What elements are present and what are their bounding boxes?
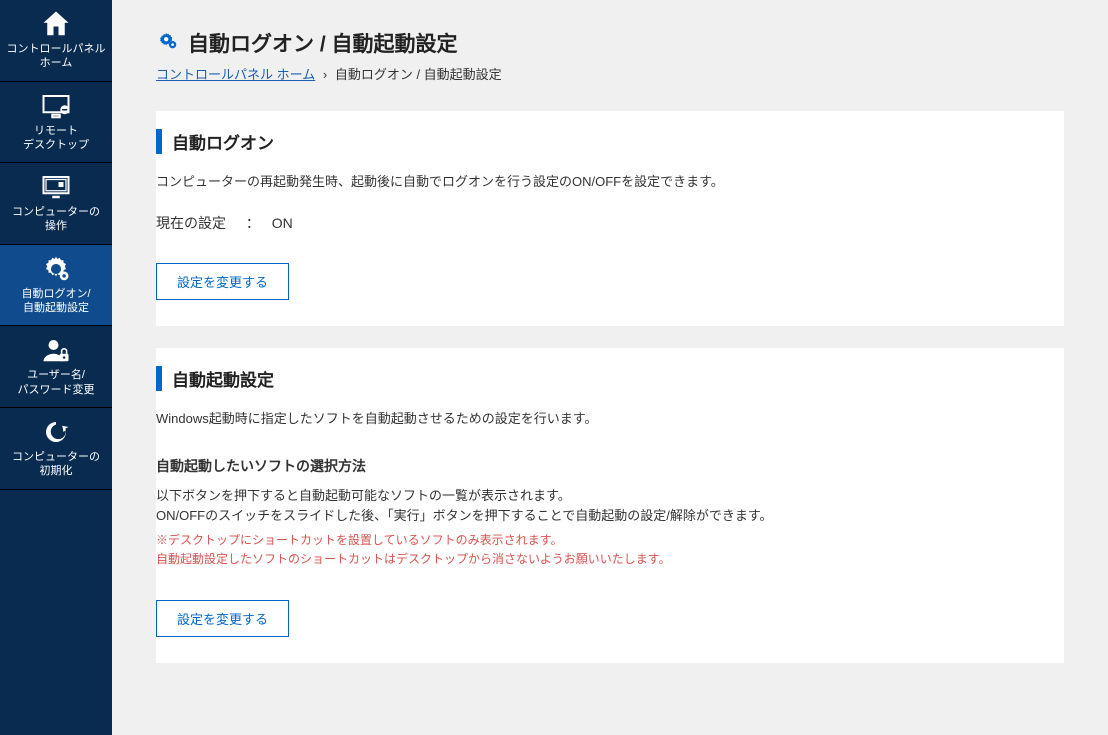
section-heading: 自動起動設定 <box>156 366 1064 391</box>
state-value: ON <box>272 215 293 231</box>
sidebar-item-label: 自動ログオン/ 自動起動設定 <box>21 287 90 316</box>
state-colon: ： <box>246 215 260 231</box>
sidebar-item-label: ユーザー名/ パスワード変更 <box>18 368 95 397</box>
section-heading: 自動ログオン <box>156 129 1064 154</box>
page-title-row: 自動ログオン / 自動起動設定 <box>156 28 1064 58</box>
sidebar-item-computer-ops[interactable]: コンピューターの 操作 <box>0 163 112 245</box>
sidebar-item-label: リモート デスクトップ <box>23 124 89 153</box>
sidebar-item-label: コンピューターの 初期化 <box>12 450 100 479</box>
section2-subheading: 自動起動したいソフトの選択方法 <box>156 456 1064 476</box>
state-label: 現在の設定 <box>156 215 226 231</box>
sidebar-item-label: コンピューターの 操作 <box>12 205 100 234</box>
screen-icon <box>40 171 72 203</box>
desc2-line2: ON/OFFのスイッチをスライドした後、「実行」ボタンを押下することで自動起動の… <box>156 508 773 523</box>
sidebar-item-label: コントロールパネル ホーム <box>7 42 106 71</box>
note-line1: ※デスクトップにショートカットを設置しているソフトのみ表示されます。 <box>156 533 562 547</box>
gear-icon <box>156 30 180 57</box>
monitor-icon <box>40 90 72 122</box>
home-icon <box>40 8 72 40</box>
main: 自動ログオン / 自動起動設定 コントロールパネル ホーム › 自動ログオン /… <box>112 0 1108 735</box>
sidebar: コントロールパネル ホーム リモート デスクトップ コンピューターの 操作 自動… <box>0 0 112 735</box>
section-auto-logon: 自動ログオン コンピューターの再起動発生時、起動後に自動でログオンを行う設定のO… <box>156 111 1064 326</box>
gear-icon <box>40 253 72 285</box>
breadcrumb-current: 自動ログオン / 自動起動設定 <box>335 67 502 82</box>
section2-desc2: 以下ボタンを押下すると自動起動可能なソフトの一覧が表示されます。 ON/OFFの… <box>156 486 1064 528</box>
breadcrumb: コントロールパネル ホーム › 自動ログオン / 自動起動設定 <box>156 64 1064 83</box>
sidebar-item-user-pass[interactable]: ユーザー名/ パスワード変更 <box>0 326 112 408</box>
note-line2: 自動起動設定したソフトのショートカットはデスクトップから消さないようお願いいたし… <box>156 552 671 566</box>
section2-desc: Windows起動時に指定したソフトを自動起動させるための設定を行います。 <box>156 409 1064 430</box>
desc2-line1: 以下ボタンを押下すると自動起動可能なソフトの一覧が表示されます。 <box>156 488 571 503</box>
change-settings-button-autostart[interactable]: 設定を変更する <box>156 600 289 637</box>
sidebar-item-remote-desktop[interactable]: リモート デスクトップ <box>0 82 112 164</box>
section2-note: ※デスクトップにショートカットを設置しているソフトのみ表示されます。 自動起動設… <box>156 531 1064 569</box>
sidebar-item-auto-logon[interactable]: 自動ログオン/ 自動起動設定 <box>0 245 112 327</box>
sidebar-item-reset[interactable]: コンピューターの 初期化 <box>0 408 112 490</box>
change-settings-button-logon[interactable]: 設定を変更する <box>156 263 289 300</box>
section-auto-start: 自動起動設定 Windows起動時に指定したソフトを自動起動させるための設定を行… <box>156 348 1064 663</box>
refresh-icon <box>40 416 72 448</box>
current-state-row: 現在の設定 ： ON <box>156 213 1064 233</box>
user-lock-icon <box>40 334 72 366</box>
sidebar-item-home[interactable]: コントロールパネル ホーム <box>0 0 112 82</box>
breadcrumb-root-link[interactable]: コントロールパネル ホーム <box>156 67 315 82</box>
page-title: 自動ログオン / 自動起動設定 <box>188 28 458 58</box>
section1-desc: コンピューターの再起動発生時、起動後に自動でログオンを行う設定のON/OFFを設… <box>156 172 1064 193</box>
breadcrumb-sep: › <box>323 67 327 82</box>
